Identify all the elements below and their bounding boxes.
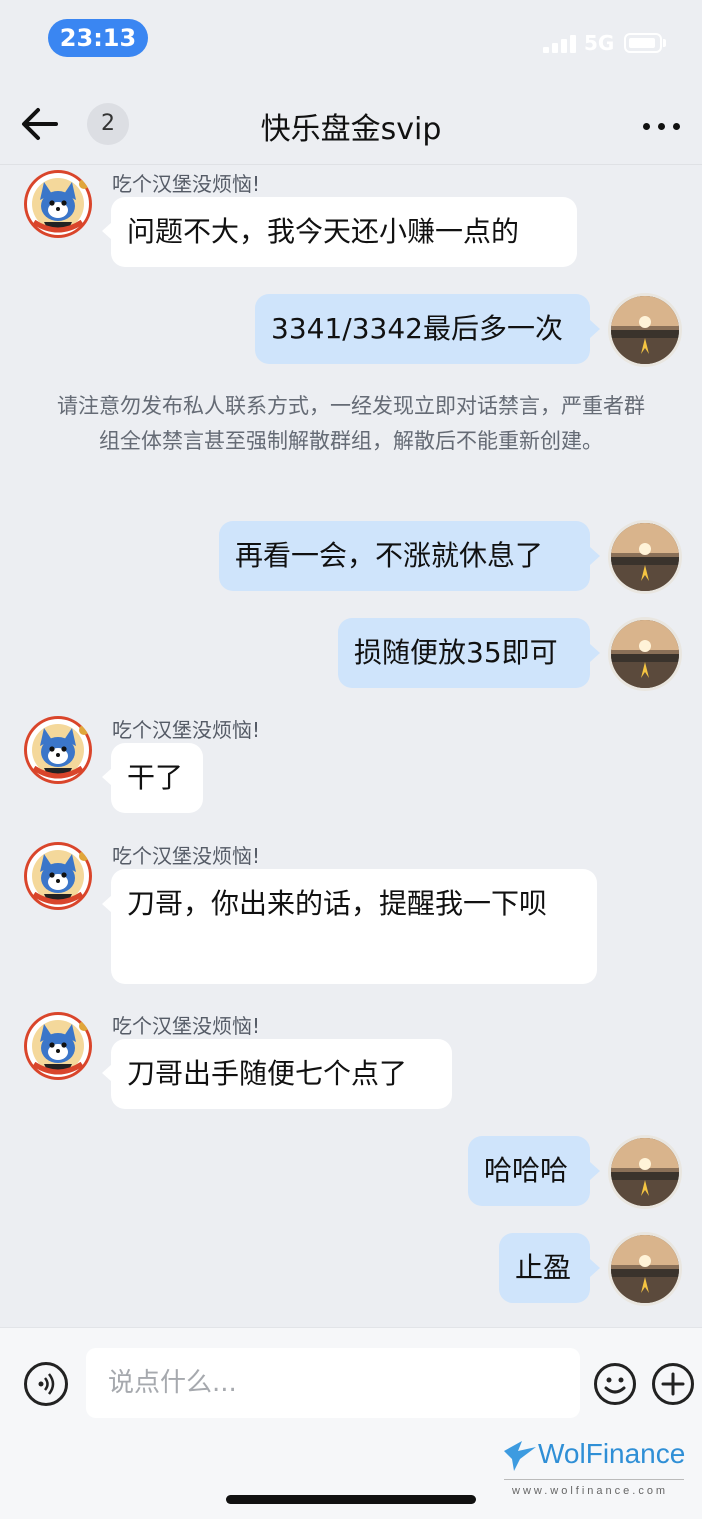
avatar[interactable] <box>24 1012 92 1080</box>
network-label: 5G <box>584 31 615 55</box>
bubble-tail <box>590 1259 600 1277</box>
message-bubble[interactable]: 3341/3342最后多一次 <box>255 294 590 364</box>
sender-name: 吃个汉堡没烦恼! <box>112 718 261 742</box>
voice-icon <box>38 1373 55 1395</box>
message-bubble[interactable]: 干了 <box>111 743 203 813</box>
home-indicator <box>226 1495 476 1504</box>
watermark-brand: WolFinance <box>538 1438 686 1469</box>
plus-button[interactable] <box>651 1362 695 1406</box>
nav-bar: 2 快乐盘金svip <box>0 80 702 165</box>
avatar[interactable] <box>24 842 92 910</box>
message-input[interactable] <box>86 1348 580 1418</box>
message-bubble[interactable]: 哈哈哈 <box>468 1136 590 1206</box>
sunset-avatar-icon <box>611 1138 679 1206</box>
message-bubble[interactable]: 刀哥，你出来的话，提醒我一下呗 <box>111 869 597 984</box>
bird-logo-icon <box>504 1441 536 1471</box>
sender-name: 吃个汉堡没烦恼! <box>112 1014 261 1038</box>
message-bubble[interactable]: 损随便放35即可 <box>338 618 590 688</box>
system-notice: 请注意勿发布私人联系方式，一经发现立即对话禁言，严重者群组全体禁言甚至强制解散群… <box>57 394 645 453</box>
sunset-avatar-icon <box>611 1235 679 1303</box>
message-bubble[interactable]: 止盈 <box>499 1233 590 1303</box>
sunset-avatar-icon <box>611 296 679 364</box>
sunset-avatar-icon <box>611 620 679 688</box>
watermark-url: www.wolfinance.com <box>512 1485 669 1497</box>
battery-icon <box>624 33 662 53</box>
chat-screen: 23:13 5G 2 快乐盘金svip 吃个汉堡没烦恼! 问题不大，我今天还小赚… <box>0 0 702 1519</box>
fox-avatar-icon <box>24 1012 92 1080</box>
battery-tip <box>663 39 666 47</box>
message-bubble[interactable]: 问题不大，我今天还小赚一点的 <box>111 197 577 267</box>
bubble-tail <box>590 547 600 565</box>
voice-button[interactable] <box>24 1362 68 1406</box>
emoji-button[interactable] <box>593 1362 637 1406</box>
more-dots-icon <box>643 123 650 130</box>
fox-avatar-icon <box>24 716 92 784</box>
my-avatar[interactable] <box>611 1138 679 1206</box>
fox-avatar-icon <box>24 170 92 238</box>
watermark-divider <box>504 1479 684 1480</box>
my-avatar[interactable] <box>611 523 679 591</box>
status-time: 23:13 <box>48 19 148 57</box>
status-bar: 23:13 5G <box>0 0 702 80</box>
emoji-icon <box>594 1363 636 1405</box>
message-bubble[interactable]: 刀哥出手随便七个点了 <box>111 1039 452 1109</box>
my-avatar[interactable] <box>611 1235 679 1303</box>
my-avatar[interactable] <box>611 296 679 364</box>
plus-icon <box>652 1363 694 1405</box>
signal-icon <box>543 33 577 53</box>
avatar[interactable] <box>24 716 92 784</box>
message-bubble[interactable]: 再看一会，不涨就休息了 <box>219 521 590 591</box>
sender-name: 吃个汉堡没烦恼! <box>112 844 261 868</box>
chat-title: 快乐盘金svip <box>260 112 442 147</box>
my-avatar[interactable] <box>611 620 679 688</box>
watermark: WolFinance www.wolfinance.com <box>500 1435 690 1505</box>
sunset-avatar-icon <box>611 523 679 591</box>
bubble-tail <box>590 1162 600 1180</box>
sender-name: 吃个汉堡没烦恼! <box>112 172 261 196</box>
bubble-tail <box>590 320 600 338</box>
avatar[interactable] <box>24 170 92 238</box>
more-button[interactable] <box>640 110 684 140</box>
bubble-tail <box>590 644 600 662</box>
fox-avatar-icon <box>24 842 92 910</box>
